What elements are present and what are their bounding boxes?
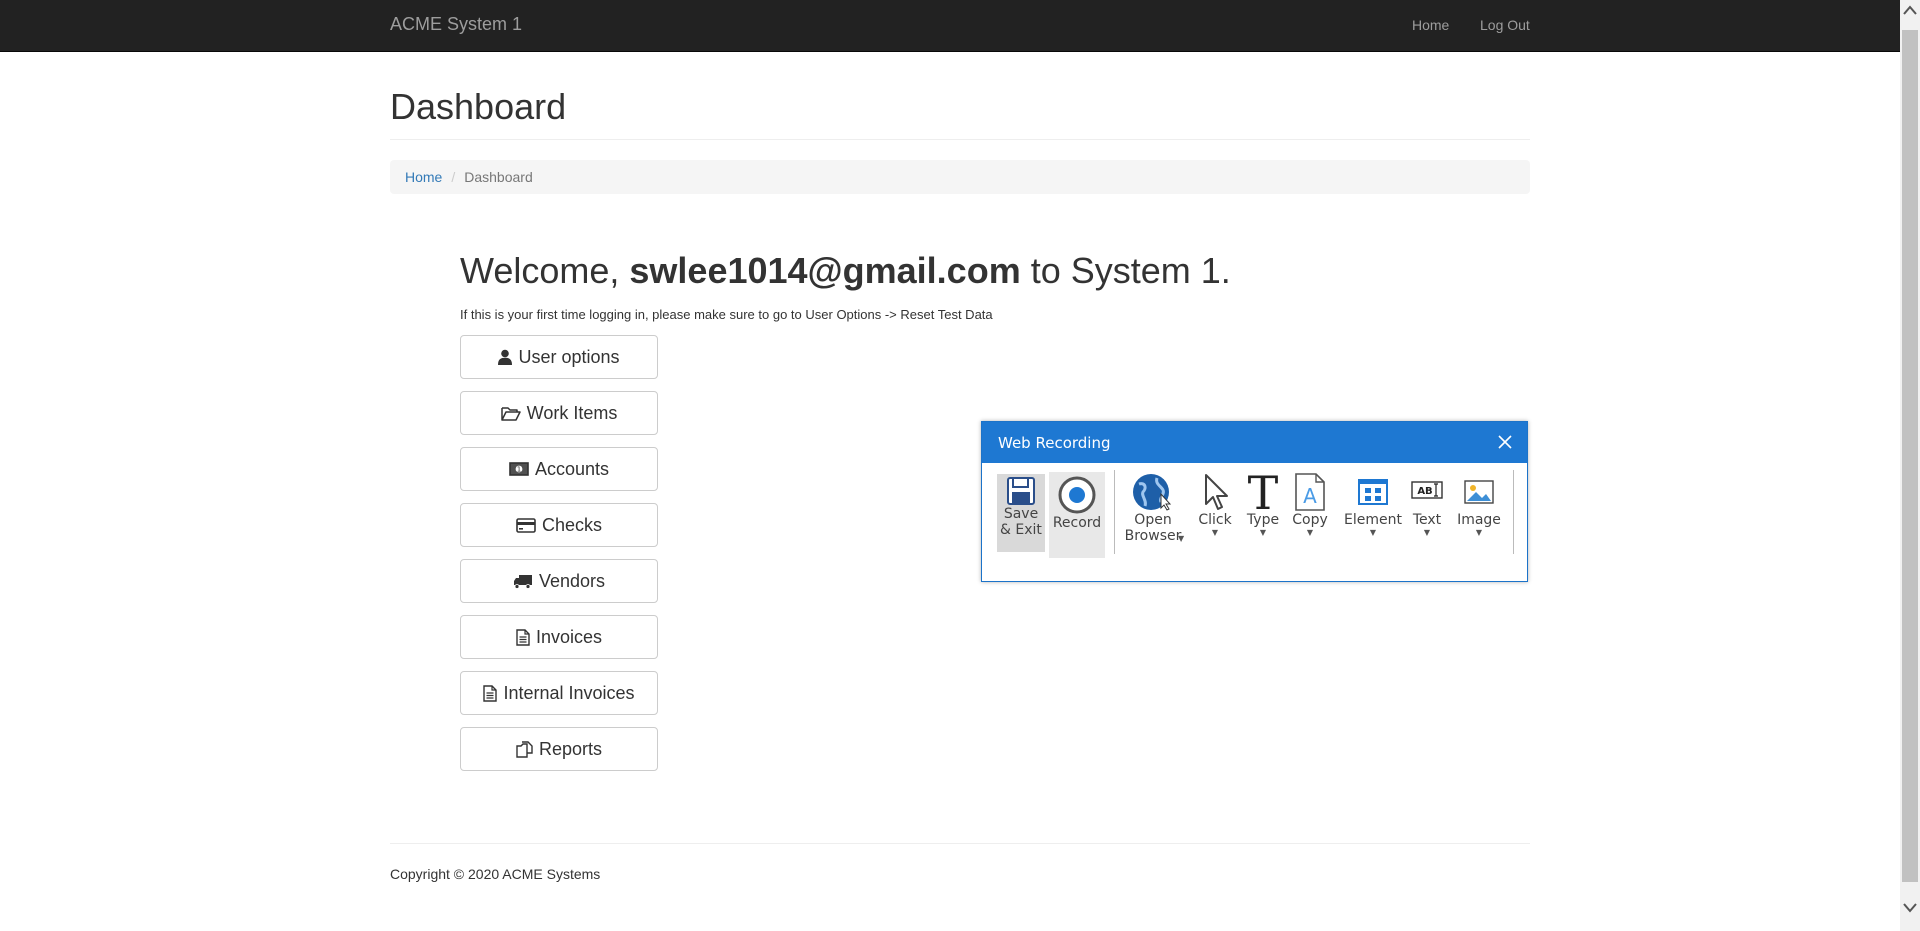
chevron-down-icon[interactable]: ▼ (1307, 528, 1313, 538)
welcome-user-email: swlee1014@gmail.com (629, 250, 1021, 291)
scroll-thumb[interactable] (1902, 30, 1918, 882)
toolbar-divider (1114, 470, 1115, 554)
reports-label: Reports (538, 738, 603, 759)
record-label: Record (1052, 515, 1102, 531)
text-tool-button[interactable]: AB Text ▼ (1407, 472, 1447, 538)
element-tool-button[interactable]: Element ▼ (1343, 472, 1403, 538)
svg-text:AB: AB (1417, 486, 1432, 497)
web-recording-title: Web Recording (998, 434, 1111, 452)
save-exit-label-line2: & Exit (1000, 522, 1042, 538)
welcome-prefix: Welcome, (460, 250, 630, 291)
text-t-icon: T (1248, 472, 1279, 512)
user-options-label: User options (518, 346, 620, 367)
top-navbar: ACME System 1 Home Log Out (0, 0, 1900, 52)
scroll-down-arrow-icon[interactable] (1900, 898, 1920, 918)
click-tool-button[interactable]: Click ▼ (1195, 472, 1235, 538)
internal-invoices-button[interactable]: Internal Invoices (460, 671, 658, 715)
save-exit-label-line1: Save (1003, 506, 1039, 522)
welcome-suffix: to System 1. (1020, 250, 1231, 291)
chevron-down-icon[interactable]: ▼ (1370, 528, 1376, 538)
chevron-down-icon[interactable]: ▼ (1424, 528, 1430, 538)
floppy-disk-icon (1007, 477, 1035, 505)
accounts-button[interactable]: 1 Accounts (460, 447, 658, 491)
copy-label: Copy (1292, 512, 1328, 528)
type-label: Type (1246, 512, 1280, 528)
checks-button[interactable]: Checks (460, 503, 658, 547)
page-header: Dashboard (390, 86, 1530, 140)
copy-icon (516, 740, 533, 758)
file-text-icon (483, 684, 498, 702)
breadcrumb: Home / Dashboard (390, 160, 1530, 194)
file-text-icon (516, 628, 530, 646)
vendors-label: Vendors (538, 570, 606, 591)
chevron-down-icon[interactable]: ▼ (1476, 528, 1482, 538)
open-browser-label-line1: Open (1134, 512, 1172, 528)
image-tool-button[interactable]: Image ▼ (1454, 472, 1504, 538)
save-exit-button[interactable]: Save & Exit (997, 474, 1045, 552)
image-icon (1464, 480, 1494, 504)
work-items-label: Work Items (526, 402, 618, 423)
money-icon: 1 (509, 462, 529, 476)
scroll-up-arrow-icon[interactable] (1900, 0, 1920, 20)
svg-text:1: 1 (517, 466, 521, 474)
welcome-heading: Welcome, swlee1014@gmail.com to System 1… (460, 250, 1231, 292)
breadcrumb-home-link[interactable]: Home (405, 169, 442, 185)
checks-label: Checks (541, 514, 603, 535)
breadcrumb-current: Dashboard (464, 169, 533, 185)
page-title: Dashboard (390, 86, 567, 127)
work-items-button[interactable]: Work Items (460, 391, 658, 435)
footer-divider (390, 843, 1530, 844)
svg-text:T: T (1248, 472, 1279, 512)
copy-tool-button[interactable]: A Copy ▼ (1290, 472, 1330, 538)
nav-logout-link[interactable]: Log Out (1480, 17, 1530, 33)
globe-cursor-icon (1133, 474, 1172, 511)
document-a-icon: A (1295, 473, 1325, 511)
internal-invoices-label: Internal Invoices (503, 682, 635, 703)
credit-card-icon (516, 517, 536, 533)
image-label: Image (1457, 512, 1501, 528)
reports-button[interactable]: Reports (460, 727, 658, 771)
element-label: Element (1344, 512, 1402, 528)
breadcrumb-separator: / (451, 169, 456, 185)
brand-logo-text[interactable]: ACME System 1 (390, 14, 522, 35)
close-icon[interactable] (1497, 434, 1513, 450)
text-field-icon: AB (1411, 481, 1443, 499)
cursor-arrow-icon (1205, 474, 1228, 510)
record-button[interactable]: Record (1049, 472, 1105, 558)
text-label: Text (1412, 512, 1442, 528)
web-recording-window: Web Recording Save & Exit Record Open Br… (981, 421, 1528, 582)
chevron-down-icon[interactable]: ▼ (1260, 528, 1266, 538)
toolbar-end-divider (1513, 470, 1514, 554)
user-icon (498, 349, 513, 365)
nav-home-link[interactable]: Home (1412, 17, 1449, 33)
open-browser-label-line2: Browser (1124, 528, 1182, 544)
web-recording-titlebar[interactable]: Web Recording (982, 422, 1527, 463)
user-options-button[interactable]: User options (460, 335, 658, 379)
vertical-scrollbar[interactable] (1900, 0, 1920, 931)
truck-icon (513, 574, 532, 589)
chevron-down-icon[interactable]: ▼ (1178, 534, 1184, 544)
element-grid-icon (1358, 479, 1388, 505)
chevron-down-icon[interactable]: ▼ (1212, 528, 1218, 538)
footer-copyright: Copyright © 2020 ACME Systems (390, 866, 601, 882)
first-login-notice: If this is your first time logging in, p… (460, 307, 993, 322)
accounts-label: Accounts (534, 458, 610, 479)
vendors-button[interactable]: Vendors (460, 559, 658, 603)
type-tool-button[interactable]: T Type ▼ (1243, 472, 1283, 538)
invoices-label: Invoices (535, 626, 603, 647)
open-browser-button[interactable]: Open Browser ▼ (1122, 472, 1184, 544)
folder-open-icon (500, 406, 521, 421)
record-icon (1058, 476, 1096, 514)
click-label: Click (1198, 512, 1232, 528)
invoices-button[interactable]: Invoices (460, 615, 658, 659)
svg-text:A: A (1303, 484, 1317, 508)
